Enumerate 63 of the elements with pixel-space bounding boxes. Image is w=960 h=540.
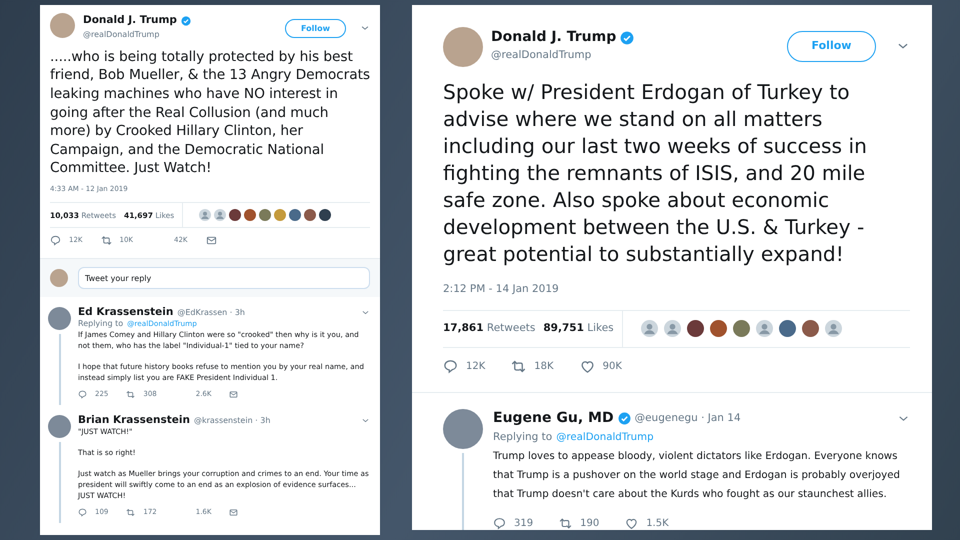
avatar-circle[interactable] xyxy=(778,320,796,338)
mention-link[interactable]: @realDonaldTrump xyxy=(556,428,654,447)
user-handle: @EdKrassen · 3h xyxy=(177,307,245,318)
avatar-circle xyxy=(48,307,71,330)
envelope-icon[interactable] xyxy=(229,390,238,399)
user-name: Ed Krassenstein xyxy=(78,307,174,318)
retweet-icon[interactable] xyxy=(559,517,572,530)
avatar-circle xyxy=(48,415,71,438)
retweet-icon[interactable] xyxy=(511,359,526,374)
action-count: 319 xyxy=(514,517,534,530)
avatar-circle xyxy=(50,269,68,288)
default-avatar-icon[interactable] xyxy=(640,320,658,338)
user-handle: @realDonaldTrump xyxy=(83,28,160,41)
default-avatar-icon[interactable] xyxy=(199,209,212,222)
retweet-stat: 17,861 Retweets xyxy=(443,320,536,336)
retweet-icon[interactable] xyxy=(126,508,136,517)
avatar-circle[interactable] xyxy=(304,209,316,222)
avatar-circle xyxy=(50,13,75,38)
avatar-circle xyxy=(443,408,483,449)
user-name: Eugene Gu, MD xyxy=(493,408,614,428)
replying-label: Replying to xyxy=(493,430,552,445)
follow-button[interactable]: Follow xyxy=(285,19,346,38)
retweet-icon[interactable] xyxy=(100,234,112,246)
reply-icon[interactable] xyxy=(78,508,87,517)
user-handle: @eugenegu · Jan 14 xyxy=(634,410,741,426)
tweet-timestamp: 2:12 PM - 14 Jan 2019 xyxy=(443,282,560,297)
avatar-circle[interactable] xyxy=(319,209,332,222)
reply-icon[interactable] xyxy=(50,234,61,246)
follow-button[interactable]: Follow xyxy=(787,31,876,62)
avatar-circle[interactable] xyxy=(289,209,302,222)
user-name: Donald J. Trump xyxy=(83,13,177,28)
avatar-circle[interactable] xyxy=(802,320,819,338)
reply-icon[interactable] xyxy=(493,517,506,530)
reply-icon[interactable] xyxy=(443,359,458,374)
action-count: 90K xyxy=(602,360,622,374)
reply-icon[interactable] xyxy=(78,390,87,399)
avatar-circle[interactable] xyxy=(229,209,242,222)
action-count: 18K xyxy=(534,360,554,374)
envelope-icon[interactable] xyxy=(206,234,216,246)
avatar-circle[interactable] xyxy=(244,209,256,222)
like-stat: 89,751 Likes xyxy=(543,320,614,336)
retweet-icon[interactable] xyxy=(126,390,136,399)
user-handle: @realDonaldTrump xyxy=(491,48,592,63)
heart-icon[interactable] xyxy=(625,517,638,530)
default-avatar-icon[interactable] xyxy=(824,320,842,338)
heart-icon[interactable] xyxy=(580,359,595,374)
action-count: 190 xyxy=(580,517,600,530)
tweet-text: .....who is being totally protected by his best friend, Bob Mueller, & the 13 Angry Democrats leaking machines who have NO interest in going after the Real Collusion (and much more) by Crooked Hillary Clinton, her Campaign, and the Democratic National Committee. Just Watch! xyxy=(50,48,370,178)
replying-label: Replying to xyxy=(78,318,124,330)
reply-input-field[interactable]: Tweet your reply xyxy=(78,267,370,290)
tweet-text: Spoke w/ President Erdogan of Turkey to advise where we stand on all matters including our last two weeks of success in fighting the remnants of ISIS, and 20 mile safe zone. Also spoke about economic development between the U.S. & Turkey - great potential to substantially expand! xyxy=(443,79,868,268)
action-count: 12K xyxy=(466,360,486,374)
avatar-circle[interactable] xyxy=(710,320,727,338)
user-name: Brian Krassenstein xyxy=(78,415,190,426)
default-avatar-icon[interactable] xyxy=(664,320,681,338)
avatar-circle[interactable] xyxy=(686,320,704,338)
reply-text: Trump loves to appease bloody, violent dictators like Erdogan. Everyone knows that Trump is a pushover on the world stage and Erdogan is probably overjoyed that Trump doesn't care about the Kurds who fought as our staunchest allies. xyxy=(493,450,901,502)
default-avatar-icon[interactable] xyxy=(756,320,773,338)
envelope-icon[interactable] xyxy=(229,508,238,517)
user-name: Donald J. Trump xyxy=(491,28,616,47)
avatar-circle xyxy=(443,27,483,67)
user-handle: @krassenstein · 3h xyxy=(194,415,270,426)
action-count: 1.5K xyxy=(646,517,669,530)
